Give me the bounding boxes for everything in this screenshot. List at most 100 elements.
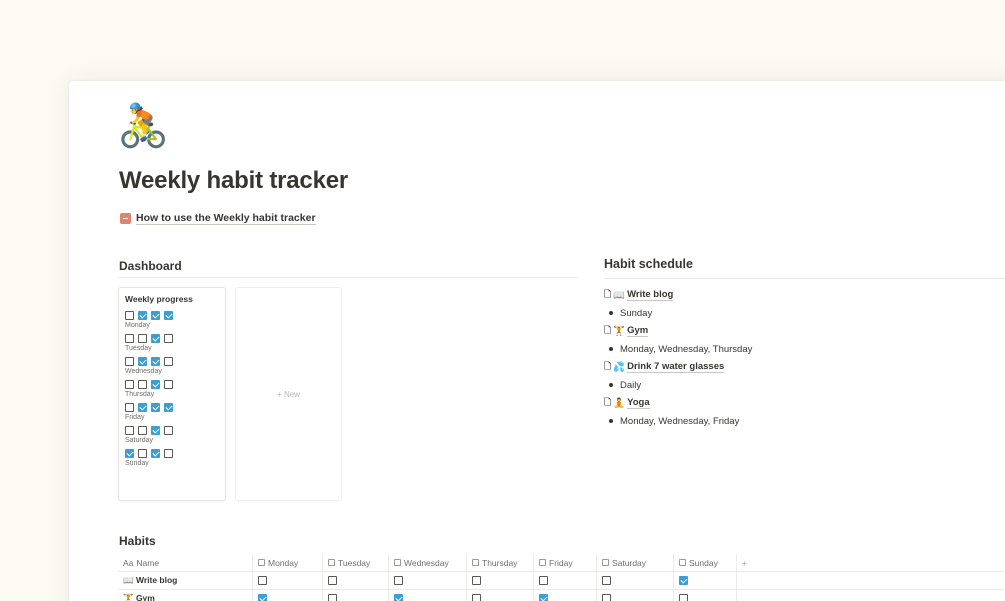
schedule-days-text: Monday, Wednesday, Friday	[620, 415, 740, 427]
column-header[interactable]: Friday	[534, 554, 597, 571]
habit-schedule: 🗋 📖 Write blog Sunday 🗋 🏋 Gym Monday, Wednesday…	[604, 286, 1005, 430]
day-label: Sunday	[125, 460, 149, 467]
checkbox[interactable]	[151, 311, 160, 320]
schedule-heading: Habit schedule	[604, 257, 693, 271]
checkbox[interactable]	[602, 576, 611, 585]
checkbox-row	[125, 311, 219, 320]
page: 🚴 Weekly habit tracker How to use the We…	[69, 81, 1005, 601]
checkbox-property-icon	[328, 559, 335, 566]
checkbox[interactable]	[125, 449, 134, 458]
checkbox[interactable]	[138, 380, 147, 389]
checkbox[interactable]	[138, 449, 147, 458]
howto-link[interactable]: How to use the Weekly habit tracker	[120, 212, 316, 225]
table-cell	[253, 572, 323, 589]
checkbox[interactable]	[125, 403, 134, 412]
column-header[interactable]: Aa Name	[118, 554, 253, 571]
day-label: Monday	[125, 322, 150, 329]
checkbox[interactable]	[138, 403, 147, 412]
checkbox[interactable]	[394, 594, 403, 601]
table-cell	[674, 590, 737, 601]
table-body: 📖 Write blog 🏋 Gym	[118, 572, 1005, 601]
column-header-label: Sunday	[689, 557, 718, 568]
divider	[119, 277, 577, 278]
column-header[interactable]: Sunday	[674, 554, 737, 571]
column-header[interactable]: Monday	[253, 554, 323, 571]
checkbox[interactable]	[539, 576, 548, 585]
add-column-button[interactable]: +	[737, 554, 767, 571]
checkbox-property-icon	[539, 559, 546, 566]
checkbox[interactable]	[539, 594, 548, 601]
habit-link[interactable]: 🗋 💦 Drink 7 water glasses	[604, 359, 725, 375]
checkbox[interactable]	[164, 403, 173, 412]
checkbox[interactable]	[138, 311, 147, 320]
column-header[interactable]: Saturday	[597, 554, 674, 571]
checkbox[interactable]	[138, 334, 147, 343]
checkbox[interactable]	[151, 357, 160, 366]
page-link-icon: 🗋	[604, 397, 612, 407]
checkbox-row	[125, 334, 219, 343]
page-link-icon: 🗋	[604, 289, 612, 299]
checkbox[interactable]	[328, 576, 337, 585]
checkbox[interactable]	[125, 357, 134, 366]
habit-name: Gym	[627, 325, 649, 337]
day-label: Thursday	[125, 391, 155, 398]
page-icon[interactable]: 🚴	[117, 101, 169, 151]
text-property-icon: Aa	[123, 557, 134, 568]
checkbox[interactable]	[125, 426, 134, 435]
checkbox[interactable]	[151, 426, 160, 435]
column-header-label: Monday	[268, 557, 299, 568]
checkbox[interactable]	[125, 311, 134, 320]
weekly-progress-card[interactable]: Weekly progress Monday Tuesday Wednesday Th…	[118, 287, 226, 501]
checkbox-row	[125, 403, 219, 412]
checkbox-row	[125, 426, 219, 435]
checkbox[interactable]	[151, 449, 160, 458]
row-name[interactable]: 🏋 Gym	[118, 590, 253, 601]
column-header[interactable]: Wednesday	[389, 554, 467, 571]
schedule-days: Monday, Wednesday, Thursday	[604, 340, 1005, 358]
schedule-days: Sunday	[604, 304, 1005, 322]
checkbox[interactable]	[164, 449, 173, 458]
checkbox[interactable]	[164, 311, 173, 320]
new-card-button[interactable]: + New	[235, 287, 342, 501]
habit-emoji: 🧘	[613, 397, 626, 409]
checkbox[interactable]	[679, 576, 688, 585]
habit-link[interactable]: 🗋 🧘 Yoga	[604, 395, 650, 411]
checkbox[interactable]	[125, 334, 134, 343]
column-header[interactable]: Tuesday	[323, 554, 389, 571]
column-header-label: Wednesday	[404, 557, 449, 568]
checkbox-property-icon	[472, 559, 479, 566]
checkbox-property-icon	[258, 559, 265, 566]
column-header[interactable]: Thursday	[467, 554, 534, 571]
checkbox[interactable]	[125, 380, 134, 389]
habit-link[interactable]: 🗋 🏋 Gym	[604, 323, 649, 339]
checkbox[interactable]	[472, 576, 481, 585]
column-header-label: Name	[136, 557, 160, 568]
page-link-icon: 🗋	[604, 361, 612, 371]
habit-name: Yoga	[627, 397, 650, 409]
habit-emoji: 💦	[613, 361, 626, 373]
page-title[interactable]: Weekly habit tracker	[119, 167, 348, 195]
checkbox[interactable]	[472, 594, 481, 601]
checkbox[interactable]	[138, 426, 147, 435]
checkbox[interactable]	[151, 403, 160, 412]
checkbox[interactable]	[394, 576, 403, 585]
table-cell	[323, 590, 389, 601]
checkbox[interactable]	[164, 426, 173, 435]
checkbox[interactable]	[164, 380, 173, 389]
checkbox[interactable]	[151, 334, 160, 343]
checkbox[interactable]	[679, 594, 688, 601]
checkbox[interactable]	[164, 357, 173, 366]
checkbox[interactable]	[138, 357, 147, 366]
habit-link[interactable]: 🗋 📖 Write blog	[604, 287, 674, 303]
dashboard-heading: Dashboard	[119, 259, 182, 273]
table-row: 📖 Write blog	[118, 572, 1005, 590]
row-name[interactable]: 📖 Write blog	[118, 572, 253, 589]
checkbox[interactable]	[258, 576, 267, 585]
checkbox[interactable]	[164, 334, 173, 343]
table-cell	[674, 572, 737, 589]
checkbox[interactable]	[602, 594, 611, 601]
checkbox[interactable]	[258, 594, 267, 601]
checkbox[interactable]	[151, 380, 160, 389]
checkbox-property-icon	[602, 559, 609, 566]
checkbox[interactable]	[328, 594, 337, 601]
